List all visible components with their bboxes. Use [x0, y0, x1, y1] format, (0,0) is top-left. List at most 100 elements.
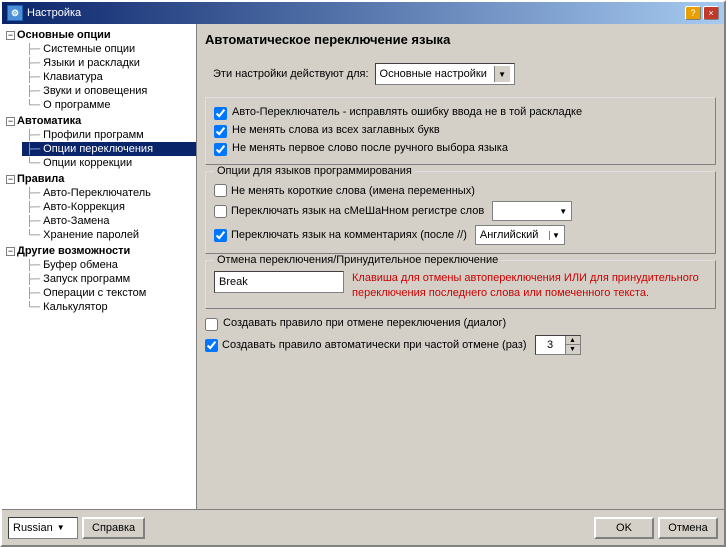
checkbox-create-rule-dialog-input[interactable]	[205, 318, 218, 331]
settings-window: ⚙ Настройка ? × − Основные опции ├─Систе…	[0, 0, 726, 547]
footer-left: Russian ▼ Справка	[8, 517, 145, 539]
tree-children-rules: ├─Авто-Переключатель ├─Авто-Коррекция ├─…	[2, 186, 196, 242]
tree-children-auto: ├─Профили программ ├─Опции переключения …	[2, 128, 196, 170]
checkbox-no-caps-label: Не менять слова из всех заглавных букв	[232, 124, 440, 136]
cancel-button[interactable]: Отмена	[658, 517, 718, 539]
tree-root-rules[interactable]: − Правила	[2, 172, 196, 186]
comments-arrow: ▼	[549, 231, 560, 240]
applies-label: Эти настройки действуют для:	[213, 68, 369, 80]
applies-dropdown[interactable]: Основные настройки ▼	[375, 63, 515, 85]
comments-lang-value: Английский	[480, 229, 539, 241]
prog-label-mixed-case: Переключать язык на сМеШаНном регистре с…	[231, 205, 484, 217]
sidebar-item-profiles[interactable]: ├─Профили программ	[22, 128, 196, 142]
close-title-button[interactable]: ×	[703, 6, 719, 20]
tree-section-basic: − Основные опции ├─Системные опции ├─Язы…	[2, 28, 196, 112]
sidebar-item-passwords[interactable]: └─Хранение паролей	[22, 228, 196, 242]
window-title: Настройка	[27, 7, 81, 19]
prog-checkbox-mixed-case[interactable]	[214, 205, 227, 218]
prog-label-short-words: Не менять короткие слова (имена переменн…	[231, 185, 475, 197]
prog-dropdown-mixed-case[interactable]: ▼	[492, 201, 572, 221]
sidebar-item-auto-correct[interactable]: ├─Авто-Коррекция	[22, 200, 196, 214]
checkbox-no-first-word-label: Не менять первое слово после ручного выб…	[232, 142, 508, 154]
bottom-checkboxes: Создавать правило при отмене переключени…	[205, 315, 716, 357]
section-label-other: Другие возможности	[17, 245, 130, 257]
expand-basic[interactable]: −	[6, 31, 15, 40]
prog-row-mixed-case: Переключать язык на сМеШаНном регистре с…	[214, 199, 707, 223]
sidebar-item-system[interactable]: ├─Системные опции	[22, 42, 196, 56]
sidebar-item-auto-replace[interactable]: ├─Авто-Замена	[22, 214, 196, 228]
checkbox-create-rule-auto-input[interactable]	[205, 339, 218, 352]
sidebar-item-launch[interactable]: ├─Запуск программ	[22, 272, 196, 286]
cancel-group: Отмена переключения/Принудительное перек…	[205, 260, 716, 309]
help-title-button[interactable]: ?	[685, 6, 701, 20]
prog-row-comments: Переключать язык на комментариях (после …	[214, 223, 707, 247]
applies-value: Основные настройки	[380, 68, 487, 80]
tree-root-auto[interactable]: − Автоматика	[2, 114, 196, 128]
checkbox-no-caps-input[interactable]	[214, 125, 227, 138]
expand-rules[interactable]: −	[6, 175, 15, 184]
tree-children-other: ├─Буфер обмена ├─Запуск программ ├─Опера…	[2, 258, 196, 314]
sidebar-item-text-ops[interactable]: ├─Операции с текстом	[22, 286, 196, 300]
checkbox-create-rule-dialog: Создавать правило при отмене переключени…	[205, 315, 716, 333]
spinner-up-button[interactable]: ▲	[566, 336, 580, 346]
prog-group: Опции для языков программирования Не мен…	[205, 171, 716, 254]
sidebar-item-switch-options[interactable]: ├─Опции переключения	[22, 142, 196, 156]
prog-group-label: Опции для языков программирования	[214, 165, 415, 177]
prog-checkbox-short-words[interactable]	[214, 184, 227, 197]
sidebar-item-clipboard[interactable]: ├─Буфер обмена	[22, 258, 196, 272]
title-bar-left: ⚙ Настройка	[7, 5, 81, 21]
tree-section-auto: − Автоматика ├─Профили программ ├─Опции …	[2, 114, 196, 170]
checkbox-create-rule-dialog-label: Создавать правило при отмене переключени…	[223, 317, 506, 329]
checkbox-auto-switch-input[interactable]	[214, 107, 227, 120]
applies-row: Эти настройки действуют для: Основные на…	[205, 59, 716, 89]
sidebar-item-correction-options[interactable]: └─Опции коррекции	[22, 156, 196, 170]
sidebar-item-sounds[interactable]: ├─Звуки и оповещения	[22, 84, 196, 98]
prog-dropdown-comments[interactable]: Английский ▼	[475, 225, 565, 245]
footer: Russian ▼ Справка OK Отмена	[2, 509, 724, 545]
spinner-times: ▲ ▼	[535, 335, 581, 355]
language-dropdown[interactable]: Russian ▼	[8, 517, 78, 539]
cancel-inner: Клавиша для отмены автопереключения ИЛИ …	[214, 271, 707, 302]
sidebar-item-keyboard[interactable]: ├─Клавиатура	[22, 70, 196, 84]
sidebar-item-languages[interactable]: ├─Языки и раскладки	[22, 56, 196, 70]
ok-button[interactable]: OK	[594, 517, 654, 539]
checkbox-no-first-word: Не менять первое слово после ручного выб…	[214, 140, 707, 158]
sidebar-item-auto-switch[interactable]: ├─Авто-Переключатель	[22, 186, 196, 200]
language-arrow: ▼	[57, 523, 65, 532]
main-panel: Автоматическое переключение языка Эти на…	[197, 24, 724, 509]
content-area: − Основные опции ├─Системные опции ├─Язы…	[2, 24, 724, 509]
tree-root-other[interactable]: − Другие возможности	[2, 244, 196, 258]
window-icon: ⚙	[7, 5, 23, 21]
checkbox-no-first-word-input[interactable]	[214, 143, 227, 156]
sidebar-item-calculator[interactable]: └─Калькулятор	[22, 300, 196, 314]
prog-checkbox-comments[interactable]	[214, 229, 227, 242]
cancel-description: Клавиша для отмены автопереключения ИЛИ …	[352, 271, 707, 302]
title-bar-buttons: ? ×	[685, 6, 719, 20]
spinner-down-button[interactable]: ▼	[566, 345, 580, 354]
tree-section-rules: − Правила ├─Авто-Переключатель ├─Авто-Ко…	[2, 172, 196, 242]
spinner-times-input[interactable]	[536, 336, 566, 354]
checkbox-create-rule-auto: Создавать правило автоматически при част…	[205, 333, 716, 357]
mixed-case-arrow: ▼	[559, 207, 567, 216]
section-label-rules: Правила	[17, 173, 64, 185]
help-button[interactable]: Справка	[82, 517, 145, 539]
prog-label-comments: Переключать язык на комментариях (после …	[231, 229, 467, 241]
section-label-basic: Основные опции	[17, 29, 111, 41]
tree-children-basic: ├─Системные опции ├─Языки и раскладки ├─…	[2, 42, 196, 112]
checkbox-auto-switch-label: Авто-Переключатель - исправлять ошибку в…	[232, 106, 582, 118]
cancel-group-label: Отмена переключения/Принудительное перек…	[214, 254, 501, 266]
prog-row-short-words: Не менять короткие слова (имена переменн…	[214, 182, 707, 199]
break-input[interactable]	[214, 271, 344, 293]
applies-dropdown-arrow: ▼	[494, 66, 510, 82]
footer-right: OK Отмена	[594, 517, 718, 539]
spinner-buttons: ▲ ▼	[566, 336, 580, 354]
expand-other[interactable]: −	[6, 247, 15, 256]
tree-root-basic[interactable]: − Основные опции	[2, 28, 196, 42]
expand-auto[interactable]: −	[6, 117, 15, 126]
sidebar-item-about[interactable]: └─О программе	[22, 98, 196, 112]
sidebar: − Основные опции ├─Системные опции ├─Язы…	[2, 24, 197, 509]
section-label-auto: Автоматика	[17, 115, 81, 127]
tree-section-other: − Другие возможности ├─Буфер обмена ├─За…	[2, 244, 196, 314]
checkbox-create-rule-auto-label: Создавать правило автоматически при част…	[222, 339, 527, 351]
title-bar: ⚙ Настройка ? ×	[2, 2, 724, 24]
